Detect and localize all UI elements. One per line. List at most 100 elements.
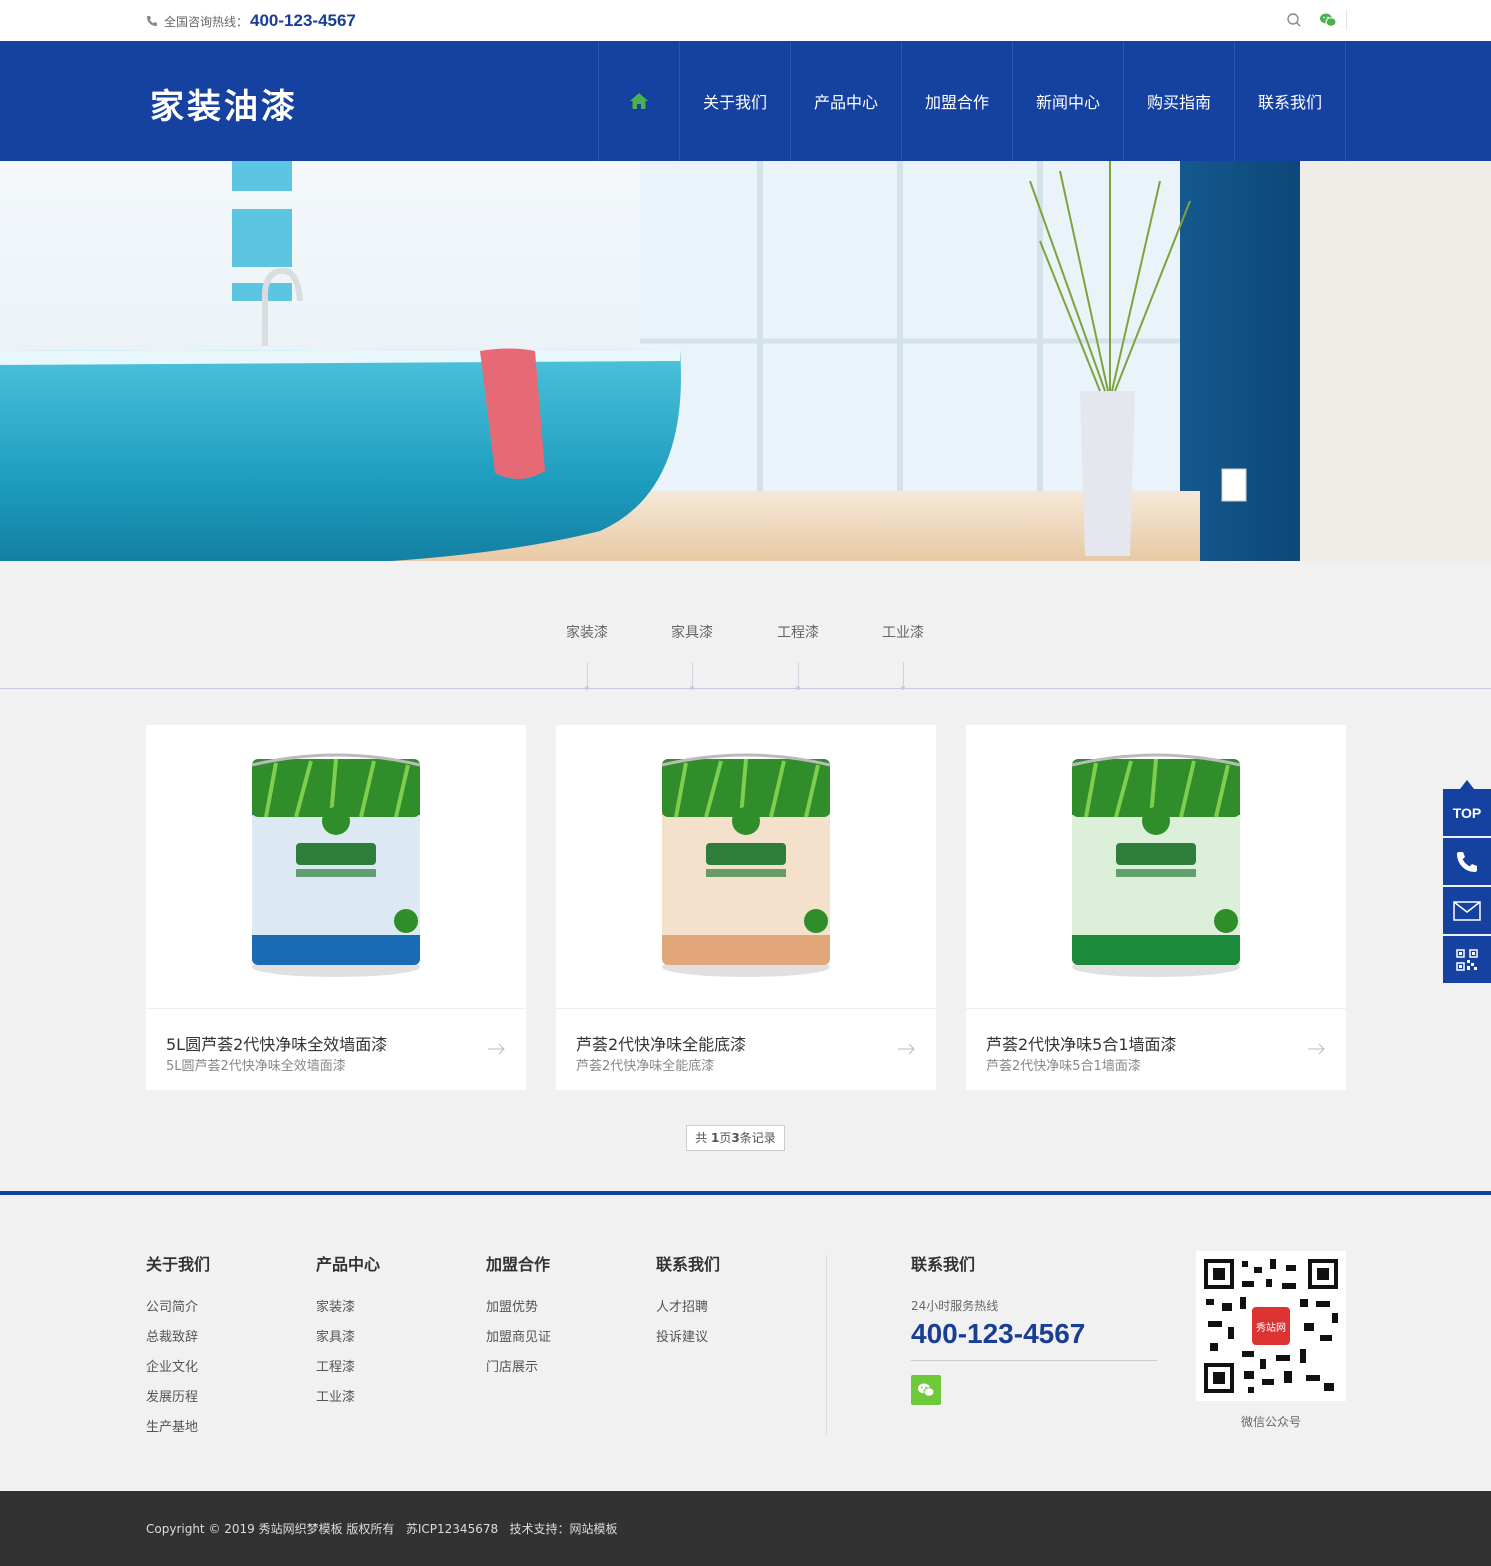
wechat-icon[interactable]	[911, 1375, 941, 1405]
top-bar: 全国咨询热线： 400-123-4567	[0, 0, 1491, 41]
mail-icon	[1453, 900, 1481, 921]
tab-home-paint[interactable]: 家装漆	[547, 622, 627, 642]
tab-furniture-paint[interactable]: 家具漆	[652, 622, 732, 642]
footer-col-products: 产品中心 家装漆 家具漆 工程漆 工业漆	[316, 1251, 380, 1413]
product-title[interactable]: 芦荟2代快净味5合1墙面漆	[986, 1031, 1177, 1055]
product-title[interactable]: 5L圆芦荟2代快净味全效墙面漆	[166, 1031, 387, 1055]
tab-dot	[585, 686, 589, 690]
product-subtitle: 5L圆芦荟2代快净味全效墙面漆	[166, 1059, 346, 1074]
wechat-glyph	[918, 1383, 935, 1397]
wechat-icon[interactable]	[1319, 11, 1337, 29]
product-image[interactable]	[556, 725, 936, 1009]
hotline-number: 400-123-4567	[250, 11, 356, 30]
main-nav: 关于我们 产品中心 加盟合作 新闻中心 购买指南 联系我们	[598, 41, 1346, 161]
footer-divider	[826, 1255, 827, 1435]
product-card[interactable]: 芦荟2代快净味全能底漆 芦荟2代快净味全能底漆	[556, 725, 936, 1090]
service-hotline-label: 24小时服务热线	[911, 1299, 999, 1313]
paint-can-image	[251, 753, 421, 977]
nav-products[interactable]: 产品中心	[791, 41, 902, 161]
side-qr-button[interactable]	[1443, 936, 1491, 983]
footer-col-about: 关于我们 公司简介 总裁致辞 企业文化 发展历程 生产基地	[146, 1251, 210, 1443]
copyright-text: Copyright © 2019 秀站网织梦模板 版权所有 苏ICP123456…	[146, 1522, 618, 1536]
product-subtitle: 芦荟2代快净味5合1墙面漆	[986, 1059, 1141, 1074]
footer-link[interactable]: 总裁致辞	[146, 1323, 210, 1353]
paint-can-image	[661, 753, 831, 977]
tab-industrial-paint[interactable]: 工业漆	[863, 622, 943, 642]
hotline-label: 全国咨询热线：	[164, 15, 249, 29]
tab-baseline	[0, 688, 1491, 689]
product-title[interactable]: 芦荟2代快净味全能底漆	[576, 1031, 746, 1055]
search-icon[interactable]	[1286, 12, 1302, 28]
footer-link[interactable]: 投诉建议	[656, 1323, 720, 1353]
footer-col-franchise: 加盟合作 加盟优势 加盟商见证 门店展示	[486, 1251, 551, 1383]
qr-code-image: 秀站网	[1196, 1251, 1346, 1401]
arrow-right-icon[interactable]	[1308, 1043, 1326, 1055]
footer-col-title: 产品中心	[316, 1255, 381, 1274]
tab-tick	[798, 662, 799, 688]
pagination-info: 共 1页3条记录	[686, 1125, 785, 1151]
contact-divider	[911, 1360, 1157, 1361]
pager-records: 3	[731, 1131, 740, 1145]
header: 家装油漆 关于我们 产品中心 加盟合作 新闻中心 购买指南 联系我们	[0, 41, 1491, 161]
product-card[interactable]: 芦荟2代快净味5合1墙面漆 芦荟2代快净味5合1墙面漆	[966, 725, 1346, 1090]
bathroom-illustration	[0, 161, 1491, 561]
tab-engineering-paint[interactable]: 工程漆	[758, 622, 838, 642]
footer-link[interactable]: 发展历程	[146, 1383, 210, 1413]
service-hotline-number: 400-123-4567	[911, 1318, 1086, 1349]
tab-dot	[901, 686, 905, 690]
qr-logo-text: 秀站网	[1256, 1321, 1286, 1334]
nav-guide[interactable]: 购买指南	[1124, 41, 1235, 161]
paint-can-image	[1071, 753, 1241, 977]
product-image[interactable]	[966, 725, 1346, 1009]
side-email-button[interactable]	[1443, 887, 1491, 934]
pager-mid: 页	[719, 1131, 732, 1145]
qr-icon	[1456, 948, 1478, 971]
footer-col-title: 加盟合作	[486, 1255, 551, 1274]
home-icon	[630, 93, 648, 109]
product-subtitle: 芦荟2代快净味全能底漆	[576, 1059, 715, 1074]
side-pointer	[1460, 780, 1474, 789]
footer-col-title: 联系我们	[656, 1255, 721, 1274]
nav-about[interactable]: 关于我们	[680, 41, 791, 161]
footer-link[interactable]: 家装漆	[316, 1293, 380, 1323]
side-phone-button[interactable]	[1443, 838, 1491, 885]
footer-link[interactable]: 加盟商见证	[486, 1323, 551, 1353]
footer-link[interactable]: 加盟优势	[486, 1293, 551, 1323]
nav-contact[interactable]: 联系我们	[1235, 41, 1346, 161]
arrow-right-icon[interactable]	[488, 1043, 506, 1055]
footer-col-title: 关于我们	[146, 1255, 211, 1274]
product-card[interactable]: 5L圆芦荟2代快净味全效墙面漆 5L圆芦荟2代快净味全效墙面漆	[146, 725, 526, 1090]
product-image[interactable]	[146, 725, 526, 1009]
footer-link[interactable]: 企业文化	[146, 1353, 210, 1383]
footer-contact: 联系我们 24小时服务热线 400-123-4567	[911, 1251, 1157, 1405]
nav-franchise[interactable]: 加盟合作	[902, 41, 1013, 161]
copyright-bar: Copyright © 2019 秀站网织梦模板 版权所有 苏ICP123456…	[0, 1491, 1491, 1566]
arrow-right-icon[interactable]	[898, 1043, 916, 1055]
footer-link[interactable]: 工业漆	[316, 1383, 380, 1413]
nav-home[interactable]	[599, 41, 680, 161]
footer-link[interactable]: 生产基地	[146, 1413, 210, 1443]
tab-tick	[692, 662, 693, 688]
phone-icon	[147, 16, 157, 26]
footer-link[interactable]: 人才招聘	[656, 1293, 720, 1323]
footer-link[interactable]: 门店展示	[486, 1353, 551, 1383]
phone-icon	[1457, 851, 1477, 872]
footer-link[interactable]: 公司简介	[146, 1293, 210, 1323]
footer-link[interactable]: 家具漆	[316, 1323, 380, 1353]
hotline: 全国咨询热线： 400-123-4567	[146, 11, 356, 31]
pager-suffix: 条记录	[739, 1131, 776, 1145]
wechat-qr-code: 秀站网	[1196, 1251, 1346, 1401]
nav-news[interactable]: 新闻中心	[1013, 41, 1124, 161]
contact-title: 联系我们	[911, 1255, 976, 1274]
qr-caption: 微信公众号	[1240, 1415, 1301, 1429]
footer: 关于我们 公司简介 总裁致辞 企业文化 发展历程 生产基地 产品中心 家装漆 家…	[0, 1191, 1491, 1491]
site-logo[interactable]: 家装油漆	[150, 79, 298, 128]
topbar-divider	[1346, 10, 1347, 30]
tab-tick	[903, 662, 904, 688]
tab-dot	[690, 686, 694, 690]
pager-prefix: 共	[695, 1131, 712, 1145]
category-tabs: 家装漆 家具漆 工程漆 工业漆	[0, 610, 1491, 690]
back-to-top-button[interactable]: TOP	[1443, 789, 1491, 836]
footer-col-contact: 联系我们 人才招聘 投诉建议	[656, 1251, 720, 1353]
footer-link[interactable]: 工程漆	[316, 1353, 380, 1383]
